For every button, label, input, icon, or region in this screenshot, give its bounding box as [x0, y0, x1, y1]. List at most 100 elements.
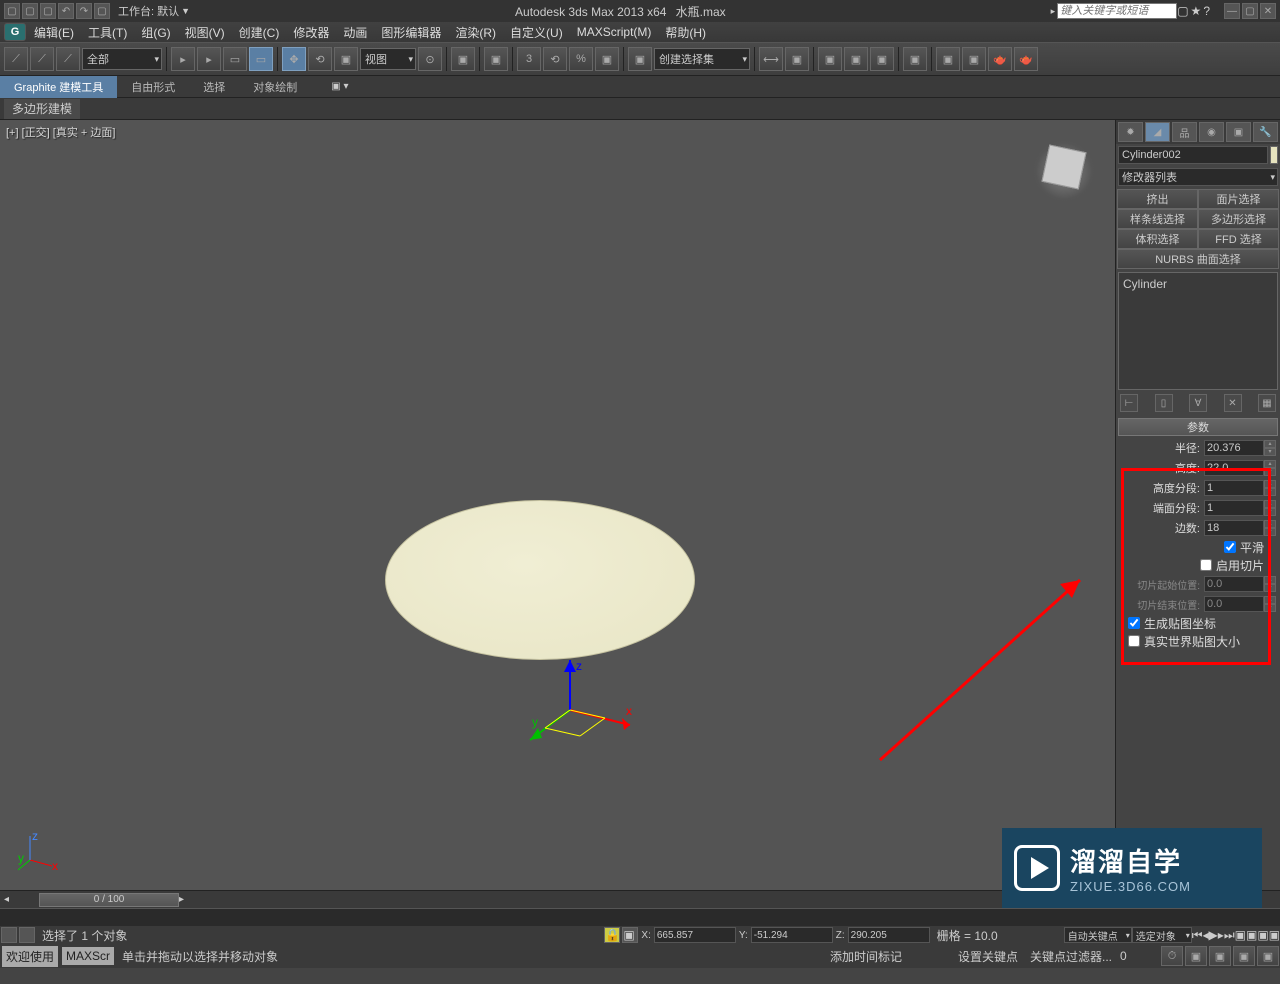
help-icon[interactable]: ? — [1203, 4, 1210, 18]
select-icon[interactable]: ▸ — [171, 47, 195, 71]
pivot-icon[interactable]: ⊙ — [418, 47, 442, 71]
percent-snap-icon[interactable]: % — [569, 47, 593, 71]
snap-icon[interactable]: 3 — [517, 47, 541, 71]
play-icon[interactable]: ▶ — [1209, 928, 1218, 942]
coord-z[interactable]: 290.205 — [848, 927, 930, 943]
modifier-list[interactable]: 修改器列表 — [1118, 168, 1278, 186]
tab-utilities[interactable]: 🔧 — [1253, 122, 1278, 142]
scale-icon[interactable]: ▣ — [334, 47, 358, 71]
tab-create[interactable]: ✹ — [1118, 122, 1143, 142]
material-editor-icon[interactable]: ▣ — [903, 47, 927, 71]
tab-freeform[interactable]: 自由形式 — [117, 76, 189, 98]
btn-volsel[interactable]: 体积选择 — [1117, 229, 1198, 249]
restore-icon[interactable]: ▢ — [1242, 3, 1258, 19]
redo-icon[interactable]: ↷ — [76, 3, 92, 19]
chk-smooth[interactable] — [1224, 541, 1236, 553]
tab-selection[interactable]: 选择 — [189, 76, 239, 98]
menu-help[interactable]: 帮助(H) — [659, 24, 712, 41]
star-icon[interactable]: ★ — [1191, 4, 1202, 18]
btn-ffdsel[interactable]: FFD 选择 — [1198, 229, 1279, 249]
open-icon[interactable]: ▢ — [22, 3, 38, 19]
goto-start-icon[interactable]: ⏮ — [1192, 928, 1203, 943]
chevron-down-icon[interactable]: ▸ — [1051, 6, 1056, 17]
window-crossing-icon[interactable]: ▭ — [249, 47, 273, 71]
btn-nurbssel[interactable]: NURBS 曲面选择 — [1117, 249, 1279, 269]
named-selset[interactable]: 创建选择集 — [654, 48, 750, 70]
unlink-icon[interactable]: ⟋ — [30, 47, 54, 71]
menu-animation[interactable]: 动画 — [337, 24, 373, 41]
minimize-icon[interactable]: — — [1224, 3, 1240, 19]
abs-rel-icon[interactable]: ▣ — [622, 927, 638, 943]
timeconfig-icon[interactable]: ⏱ — [1161, 946, 1183, 966]
btn-polysel[interactable]: 多边形选择 — [1198, 209, 1279, 229]
object-name-input[interactable] — [1118, 146, 1268, 164]
spin-height[interactable]: 22.0 — [1204, 460, 1264, 476]
menu-tools[interactable]: 工具(T) — [82, 24, 133, 41]
chevron-down-icon[interactable]: ▼ — [181, 6, 190, 16]
menu-group[interactable]: 组(G) — [135, 24, 176, 41]
tab-motion[interactable]: ◉ — [1199, 122, 1224, 142]
app-menu-button[interactable]: G — [4, 23, 26, 41]
tab-graphite[interactable]: Graphite 建模工具 — [0, 76, 117, 98]
mirror-icon[interactable]: ⟷ — [759, 47, 783, 71]
frame-input[interactable]: 0 — [1120, 949, 1160, 963]
schematic-icon[interactable]: ▣ — [870, 47, 894, 71]
nav4-icon[interactable]: ▣ — [1269, 928, 1280, 942]
autokey-button[interactable]: 自动关键点 — [1064, 927, 1132, 943]
align-icon[interactable]: ▣ — [785, 47, 809, 71]
nav1-icon[interactable]: ▣ — [1235, 928, 1246, 942]
spin-radius[interactable]: 20.376 — [1204, 440, 1264, 456]
layer-icon[interactable]: ▣ — [818, 47, 842, 71]
key-target[interactable]: 选定对象 — [1132, 927, 1192, 943]
select-name-icon[interactable]: ▸ — [197, 47, 221, 71]
viewcube[interactable] — [1031, 138, 1097, 204]
link-icon[interactable]: ▢ — [94, 3, 110, 19]
setkey-button[interactable]: 设置关键点 — [958, 948, 1030, 965]
selection-filter[interactable]: 全部 — [82, 48, 162, 70]
poly-model-panel[interactable]: 多边形建模 — [4, 99, 80, 119]
manip-icon[interactable]: ▣ — [451, 47, 475, 71]
configure-icon[interactable]: ▦ — [1258, 394, 1276, 412]
btn-splinesel[interactable]: 样条线选择 — [1117, 209, 1198, 229]
save-icon[interactable]: ▢ — [40, 3, 56, 19]
menu-grapheditors[interactable]: 图形编辑器 — [375, 24, 447, 41]
unique-icon[interactable]: ∀ — [1189, 394, 1207, 412]
object-color[interactable] — [1270, 146, 1278, 164]
btn-patchsel[interactable]: 面片选择 — [1198, 189, 1279, 209]
time-thumb[interactable]: 0 / 100 — [39, 893, 179, 907]
move-icon[interactable]: ✥ — [282, 47, 306, 71]
chk-mapcoord[interactable] — [1128, 617, 1140, 629]
menu-customize[interactable]: 自定义(U) — [504, 24, 569, 41]
tab-paint[interactable]: 对象绘制 — [239, 76, 311, 98]
curve-editor-icon[interactable]: ▣ — [844, 47, 868, 71]
mini-listener-icon[interactable] — [1, 927, 17, 943]
menu-views[interactable]: 视图(V) — [179, 24, 231, 41]
render2-icon[interactable]: 🫖 — [1014, 47, 1038, 71]
rotate-icon[interactable]: ⟲ — [308, 47, 332, 71]
search-input[interactable] — [1057, 3, 1177, 19]
render-frame-icon[interactable]: ▣ — [962, 47, 986, 71]
sel-lock-icon[interactable] — [19, 927, 35, 943]
undo-icon[interactable]: ↶ — [58, 3, 74, 19]
angle-snap-icon[interactable]: ⟲ — [543, 47, 567, 71]
track-bar[interactable] — [0, 908, 1280, 926]
menu-edit[interactable]: 编辑(E) — [28, 24, 80, 41]
nav8-icon[interactable]: ▣ — [1257, 946, 1279, 966]
named-selset-icon[interactable]: ▣ — [628, 47, 652, 71]
show-end-icon[interactable]: ▯ — [1155, 394, 1173, 412]
ref-coord[interactable]: 视图 — [360, 48, 416, 70]
nav2-icon[interactable]: ▣ — [1246, 928, 1257, 942]
move-gizmo[interactable]: x y z — [530, 660, 650, 760]
menu-modifiers[interactable]: 修改器 — [287, 24, 335, 41]
nav3-icon[interactable]: ▣ — [1257, 928, 1268, 942]
lock-icon[interactable]: 🔒 — [604, 927, 620, 943]
viewport-label[interactable]: [+] [正交] [真实 + 边面] — [6, 124, 115, 140]
ribbon-expand-icon[interactable]: ▣ ▾ — [331, 81, 348, 92]
menu-maxscript[interactable]: MAXScript(M) — [571, 25, 658, 39]
tab-display[interactable]: ▣ — [1226, 122, 1251, 142]
keyfilter-button[interactable]: 关键点过滤器... — [1030, 948, 1120, 965]
bind-icon[interactable]: ⟋ — [56, 47, 80, 71]
tab-modify[interactable]: ◢ — [1145, 122, 1170, 142]
menu-rendering[interactable]: 渲染(R) — [449, 24, 502, 41]
rollout-parameters[interactable]: 参数 — [1118, 418, 1278, 436]
